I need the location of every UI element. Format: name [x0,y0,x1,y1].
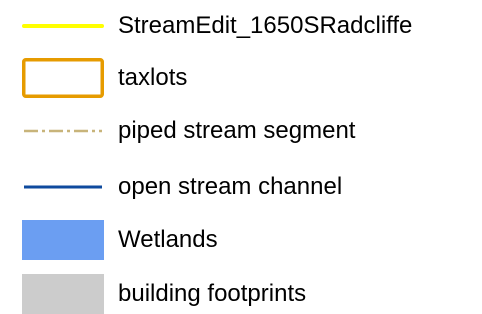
legend-item-streamedit: StreamEdit_1650SRadcliffe [0,6,482,46]
dash-dot-line-symbol-icon [22,111,104,151]
legend-label-open-stream: open stream channel [118,173,343,200]
legend-item-taxlots: taxlots [0,58,482,98]
building-footprints-box [22,274,104,314]
blue-line-symbol-icon [22,167,104,207]
blue-fill-box-symbol-icon [22,220,104,260]
yellow-line-symbol-icon [22,6,104,46]
legend-item-piped-stream: piped stream segment [0,111,482,151]
hollow-box-symbol-icon [22,58,104,98]
legend-item-building-footprints: building footprints [0,274,482,314]
legend-item-wetlands: Wetlands [0,220,482,260]
legend-label-piped-stream: piped stream segment [118,117,356,144]
map-legend: StreamEdit_1650SRadcliffe taxlots piped … [0,0,482,314]
legend-label-building-footprints: building footprints [118,280,307,307]
gray-fill-box-symbol-icon [22,274,104,314]
wetlands-box [22,220,104,260]
legend-label-wetlands: Wetlands [118,226,218,253]
legend-label-taxlots: taxlots [118,64,188,91]
taxlots-box [22,58,104,98]
legend-label-streamedit: StreamEdit_1650SRadcliffe [118,12,413,39]
legend-item-open-stream: open stream channel [0,167,482,207]
